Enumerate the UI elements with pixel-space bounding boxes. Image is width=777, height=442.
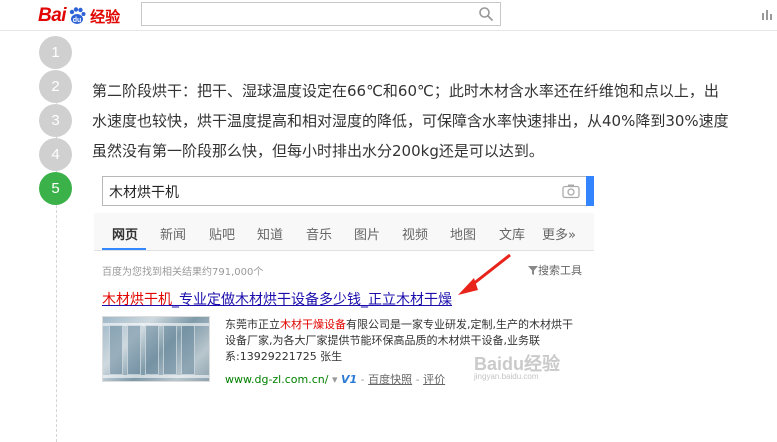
v1-badge: V1 [340, 373, 358, 386]
tab-news: 新闻 [160, 228, 187, 243]
dropdown-arrow-icon: ▾ [331, 373, 341, 386]
bar-chart-icon[interactable] [761, 8, 773, 20]
step-description: 第二阶段烘干：把干、湿球温度设定在66℃和60℃；此时木材含水率还在纤维饱和点以… [92, 82, 729, 160]
top-bar: Bai du 经验 [0, 0, 777, 31]
step-4-button[interactable]: 4 [39, 138, 72, 171]
result-title: 木材烘干机_专业定做木材烘干设备多少钱_正立木材干燥 [102, 289, 452, 309]
tab-map: 地图 [450, 228, 477, 243]
screenshot-search-box: 木材烘干机 [102, 176, 586, 206]
watermark-sub: jingyan.baidu.com [474, 372, 539, 381]
desc-pre: 东莞市正立 [225, 318, 280, 331]
baidu-jingyan-logo[interactable]: Bai du 经验 [38, 5, 120, 27]
snapshot-link: 百度快照 [368, 373, 413, 386]
screenshot-query: 木材烘干机 [109, 185, 179, 201]
red-arrow-annotation [458, 253, 511, 295]
tab-video: 视频 [402, 228, 429, 243]
tab-wenku: 文库 [499, 228, 526, 243]
result-title-highlight: 木材烘干机 [102, 292, 172, 308]
logo-text-du: du [73, 17, 82, 24]
result-url-line: www.dg-zl.com.cn/ ▾ V1 - 百度快照 - 评价 [225, 371, 445, 387]
tab-tieba: 贴吧 [209, 228, 236, 243]
logo-text-bai: Bai [38, 5, 67, 26]
search-icon[interactable] [478, 6, 494, 22]
logo-text-jingyan: 经验 [90, 8, 121, 26]
tab-music: 音乐 [306, 228, 333, 243]
search-tools-label: 搜索工具 [538, 264, 582, 277]
step-5-button[interactable]: 5 [39, 172, 72, 205]
result-thumbnail [102, 316, 210, 382]
tab-images: 图片 [354, 228, 381, 243]
active-tab-underline [102, 248, 146, 250]
desc-highlight: 木材干燥设备 [280, 318, 346, 331]
result-count: 百度为您找到相关结果约791,000个 [102, 267, 264, 278]
baidu-paw-icon: du [67, 6, 87, 26]
step-1-button[interactable]: 1 [39, 36, 72, 69]
search-tools: 搜索工具 [528, 262, 582, 278]
header-search-input[interactable] [141, 2, 501, 26]
step-2-button[interactable]: 2 [39, 70, 72, 103]
baidu-watermark: Baidu经验 jingyan.baidu.com [474, 350, 561, 381]
review-link: 评价 [423, 373, 446, 386]
screenshot-tab-bar: 网页 新闻 贴吧 知道 音乐 图片 视频 地图 文库 更多» [94, 213, 594, 251]
separator: - [415, 373, 424, 386]
tab-zhidao: 知道 [257, 228, 284, 243]
screenshot-search-button [586, 176, 594, 206]
tab-more: 更多» [542, 228, 576, 243]
result-title-rest: _专业定做木材烘干设备多少钱_正立木材干燥 [172, 292, 452, 308]
tab-web: 网页 [112, 228, 139, 243]
result-url: www.dg-zl.com.cn/ [225, 373, 329, 386]
separator: - [360, 373, 369, 386]
camera-icon [562, 184, 580, 199]
watermark-main: Baidu经验 [474, 354, 561, 374]
step-3-button[interactable]: 3 [39, 104, 72, 137]
filter-icon [528, 266, 538, 275]
